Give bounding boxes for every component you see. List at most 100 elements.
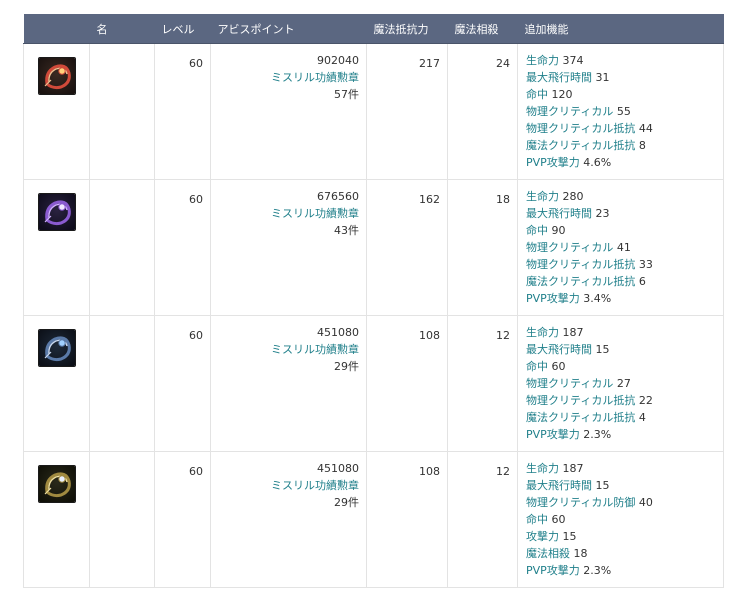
effect-value: 31 — [592, 71, 610, 84]
effect-value: 44 — [635, 122, 653, 135]
level-cell: 60 — [154, 315, 211, 452]
effect-name: 命中 — [526, 224, 548, 237]
effect-value: 41 — [613, 241, 631, 254]
abyss-points-cell: 902040 ミスリル功績勲章 57件 — [210, 43, 367, 180]
effect-value: 120 — [548, 88, 573, 101]
effect-name: 命中 — [526, 360, 548, 373]
effect-line: 最大飛行時間 31 — [526, 69, 723, 86]
effect-name: 魔法相殺 — [526, 547, 570, 560]
icon-cell — [23, 315, 90, 452]
effect-line: PVP攻撃力 2.3% — [526, 426, 723, 443]
effect-name: 命中 — [526, 88, 548, 101]
effect-line: 生命力 280 — [526, 188, 723, 205]
medal-link[interactable]: ミスリル功績勲章 — [211, 477, 359, 494]
effect-value: 4 — [635, 411, 646, 424]
effect-line: 最大飛行時間 15 — [526, 341, 723, 358]
medal-link[interactable]: ミスリル功績勲章 — [211, 205, 359, 222]
effects-cell: 生命力 187 最大飛行時間 15 物理クリティカル防御 40 命中 60 攻撃力 15… — [517, 451, 724, 588]
medal-count: 57件 — [334, 88, 359, 101]
effect-line: 生命力 187 — [526, 460, 723, 477]
abyss-points-value: 451080 — [317, 326, 359, 339]
effects-cell: 生命力 374 最大飛行時間 31 命中 120 物理クリティカル 55 物理クリティカ… — [517, 43, 724, 180]
icon-cell — [23, 451, 90, 588]
medal-link[interactable]: ミスリル功績勲章 — [211, 69, 359, 86]
medal-link[interactable]: ミスリル功績勲章 — [211, 341, 359, 358]
effect-line: 生命力 187 — [526, 324, 723, 341]
wing-icon-blue[interactable] — [38, 329, 76, 367]
effect-line: 命中 60 — [526, 358, 723, 375]
effect-value: 40 — [635, 496, 653, 509]
level-cell: 60 — [154, 179, 211, 316]
effect-line: 命中 90 — [526, 222, 723, 239]
effect-value: 374 — [559, 54, 584, 67]
effect-line: PVP攻撃力 2.3% — [526, 562, 723, 579]
effect-name: PVP攻撃力 — [526, 428, 580, 441]
effect-value: 18 — [570, 547, 588, 560]
effect-line: PVP攻撃力 3.4% — [526, 290, 723, 307]
icon-cell — [23, 43, 90, 180]
col-header-effects: 追加機能 — [517, 14, 724, 44]
effect-value: 2.3% — [579, 564, 612, 577]
wing-icon-red[interactable] — [38, 57, 76, 95]
effect-line: 命中 120 — [526, 86, 723, 103]
abyss-points-value: 451080 — [317, 462, 359, 475]
effect-value: 187 — [559, 326, 584, 339]
table-row: 60 676560 ミスリル功績勲章 43件 162 18 生命力 280 最大飛… — [23, 179, 724, 316]
effect-name: 魔法クリティカル抵抗 — [526, 411, 636, 424]
effect-line: 物理クリティカル 27 — [526, 375, 723, 392]
effect-value: 15 — [592, 343, 610, 356]
effect-value: 15 — [592, 479, 610, 492]
item-table-container: 名 レベル アビスポイント 魔法抵抗力 魔法相殺 追加機能 60 902040 … — [23, 14, 724, 588]
table-row: 60 451080 ミスリル功績勲章 29件 108 12 生命力 187 最大飛… — [23, 451, 724, 588]
effect-name: 最大飛行時間 — [526, 207, 592, 220]
effect-line: 魔法クリティカル抵抗 4 — [526, 409, 723, 426]
effect-line: 物理クリティカル 55 — [526, 103, 723, 120]
item-table: 名 レベル アビスポイント 魔法抵抗力 魔法相殺 追加機能 60 902040 … — [23, 14, 724, 588]
effect-line: 物理クリティカル抵抗 33 — [526, 256, 723, 273]
abyss-points-cell: 451080 ミスリル功績勲章 29件 — [210, 451, 367, 588]
medal-count: 29件 — [334, 496, 359, 509]
effect-name: 命中 — [526, 513, 548, 526]
effect-name: 生命力 — [526, 54, 559, 67]
effect-line: 最大飛行時間 15 — [526, 477, 723, 494]
col-header-magic-suppression: 魔法相殺 — [447, 14, 518, 44]
medal-count: 29件 — [334, 360, 359, 373]
effect-name: 最大飛行時間 — [526, 479, 592, 492]
effect-name: PVP攻撃力 — [526, 292, 580, 305]
table-row: 60 902040 ミスリル功績勲章 57件 217 24 生命力 374 最大飛… — [23, 43, 724, 180]
col-header-level: レベル — [154, 14, 211, 44]
effect-value: 90 — [548, 224, 566, 237]
effect-value: 15 — [559, 530, 577, 543]
col-header-name: 名 — [89, 14, 155, 44]
magic-suppression-cell: 12 — [447, 451, 518, 588]
effect-line: 魔法相殺 18 — [526, 545, 723, 562]
effect-value: 60 — [548, 360, 566, 373]
abyss-points-value: 676560 — [317, 190, 359, 203]
wing-icon-gold[interactable] — [38, 465, 76, 503]
effect-value: 8 — [635, 139, 646, 152]
effect-value: 33 — [635, 258, 653, 271]
level-cell: 60 — [154, 451, 211, 588]
abyss-points-value: 902040 — [317, 54, 359, 67]
effect-name: 生命力 — [526, 190, 559, 203]
wing-icon-purple[interactable] — [38, 193, 76, 231]
name-cell — [89, 43, 155, 180]
effect-name: PVP攻撃力 — [526, 564, 580, 577]
abyss-points-cell: 451080 ミスリル功績勲章 29件 — [210, 315, 367, 452]
col-header-icon — [23, 14, 90, 44]
magic-resist-cell: 162 — [366, 179, 448, 316]
effects-cell: 生命力 280 最大飛行時間 23 命中 90 物理クリティカル 41 物理クリティカル… — [517, 179, 724, 316]
effect-name: 物理クリティカル — [526, 377, 614, 390]
effect-line: 命中 60 — [526, 511, 723, 528]
effect-name: 物理クリティカル — [526, 241, 614, 254]
medal-count: 43件 — [334, 224, 359, 237]
effect-name: 生命力 — [526, 462, 559, 475]
effect-line: 物理クリティカル抵抗 22 — [526, 392, 723, 409]
effect-line: 物理クリティカル防御 40 — [526, 494, 723, 511]
effect-name: PVP攻撃力 — [526, 156, 580, 169]
effect-name: 最大飛行時間 — [526, 71, 592, 84]
effect-name: 物理クリティカル防御 — [526, 496, 636, 509]
effect-value: 4.6% — [579, 156, 612, 169]
col-header-magic-resist: 魔法抵抗力 — [366, 14, 448, 44]
effect-value: 280 — [559, 190, 584, 203]
